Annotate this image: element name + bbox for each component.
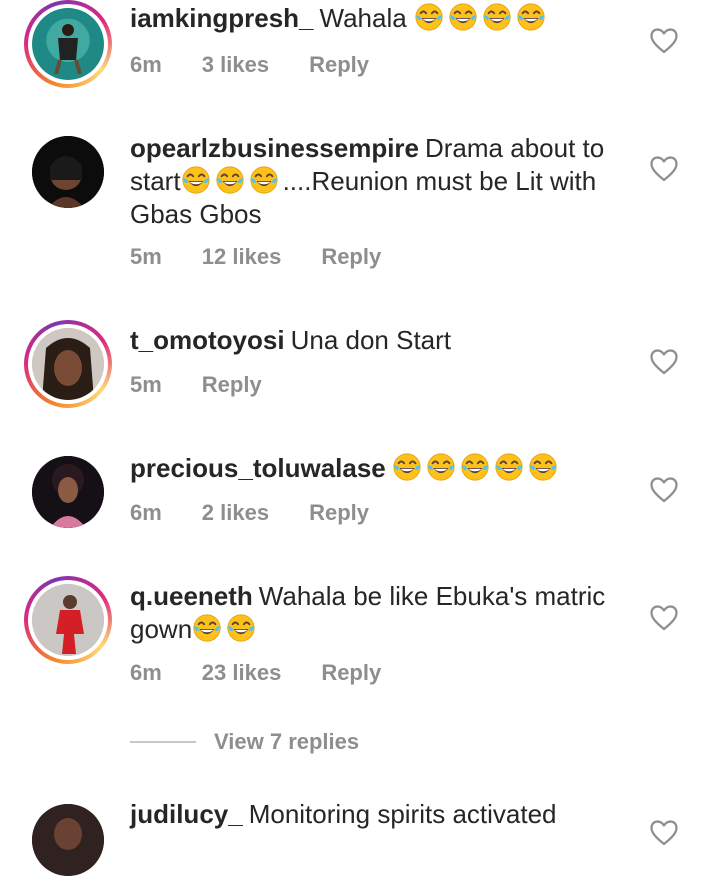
comment-likes[interactable]: 23 likes (202, 660, 282, 686)
comment-item: q.ueeneth Wahala be like Ebuka's matric g… (0, 576, 720, 716)
avatar-story-ring[interactable] (24, 576, 112, 664)
comment-text: precious_toluwalase (130, 452, 620, 485)
comment-username[interactable]: q.ueeneth (130, 581, 253, 611)
comment-username[interactable]: precious_toluwalase (130, 453, 386, 483)
replies-divider (130, 741, 196, 743)
comment-time: 6m (130, 660, 162, 685)
comment-text: judilucy_ Monitoring spirits activated (130, 798, 620, 831)
face-with-tears-of-joy-icon (448, 2, 478, 32)
comment-time: 5m (130, 244, 162, 269)
comment-time: 6m (130, 52, 162, 77)
comment-item: t_omotoyosi Una don Start 5m Reply (0, 320, 720, 420)
comment-body: Wahala (319, 3, 407, 33)
face-with-tears-of-joy-icon (181, 165, 211, 195)
comment-body: Una don Start (290, 325, 452, 355)
face-with-tears-of-joy-icon (528, 452, 558, 482)
avatar (32, 804, 104, 876)
avatar-wrapper[interactable] (24, 448, 112, 536)
avatar-wrapper[interactable] (24, 128, 112, 216)
avatar-wrapper[interactable] (24, 796, 112, 884)
comment-meta: 5m 12 likes Reply (130, 244, 421, 270)
heart-outline-icon[interactable] (650, 605, 678, 631)
comment-meta: 6m 23 likes Reply (130, 660, 421, 686)
comment-item: precious_toluwalase 6m 2 likes Reply (0, 448, 720, 548)
comment-username[interactable]: judilucy_ (130, 799, 243, 829)
comment-body: Monitoring spirits activated (248, 799, 557, 829)
comment-text: opearlzbusinessempire Drama about to star… (130, 132, 620, 231)
comment-username[interactable]: t_omotoyosi (130, 325, 285, 355)
reply-button[interactable]: Reply (321, 660, 381, 686)
comment-likes[interactable]: 12 likes (202, 244, 282, 270)
comment-item: iamkingpresh_ Wahala 6m 3 likes Reply (0, 0, 720, 110)
face-with-tears-of-joy-icon (392, 452, 422, 482)
comment-likes[interactable]: 3 likes (202, 52, 269, 78)
avatar (32, 328, 104, 400)
avatar (32, 456, 104, 528)
comment-time: 5m (130, 372, 162, 397)
view-replies-label: View 7 replies (214, 729, 360, 754)
reply-button[interactable]: Reply (202, 372, 262, 398)
comment-item: judilucy_ Monitoring spirits activated (0, 796, 720, 876)
face-with-tears-of-joy-icon (516, 2, 546, 32)
view-replies-button[interactable]: View 7 replies (130, 729, 359, 755)
heart-outline-icon[interactable] (650, 28, 678, 54)
comment-time: 6m (130, 500, 162, 525)
face-with-tears-of-joy-icon (249, 165, 279, 195)
emoji-group (392, 453, 562, 483)
face-with-tears-of-joy-icon (460, 452, 490, 482)
comment-text: q.ueeneth Wahala be like Ebuka's matric g… (130, 580, 620, 646)
emoji-group (192, 614, 260, 644)
face-with-tears-of-joy-icon (482, 2, 512, 32)
comment-item: opearlzbusinessempire Drama about to star… (0, 128, 720, 288)
comment-likes[interactable]: 2 likes (202, 500, 269, 526)
reply-button[interactable]: Reply (321, 244, 381, 270)
emoji-group (181, 166, 283, 196)
avatar (32, 136, 104, 208)
heart-outline-icon[interactable] (650, 156, 678, 182)
comment-text: iamkingpresh_ Wahala (130, 2, 620, 35)
avatar-story-ring[interactable] (24, 0, 112, 88)
comment-meta: 6m 2 likes Reply (130, 500, 409, 526)
heart-outline-icon[interactable] (650, 477, 678, 503)
comment-text: t_omotoyosi Una don Start (130, 324, 620, 357)
comment-meta: 6m 3 likes Reply (130, 52, 409, 78)
emoji-group (414, 3, 550, 33)
face-with-tears-of-joy-icon (192, 613, 222, 643)
avatar (32, 584, 104, 656)
avatar (32, 8, 104, 80)
reply-button[interactable]: Reply (309, 500, 369, 526)
face-with-tears-of-joy-icon (494, 452, 524, 482)
comment-meta: 5m Reply (130, 372, 302, 398)
face-with-tears-of-joy-icon (414, 2, 444, 32)
heart-outline-icon[interactable] (650, 349, 678, 375)
avatar-story-ring[interactable] (24, 320, 112, 408)
comment-username[interactable]: iamkingpresh_ (130, 3, 314, 33)
comment-username[interactable]: opearlzbusinessempire (130, 133, 419, 163)
face-with-tears-of-joy-icon (226, 613, 256, 643)
face-with-tears-of-joy-icon (426, 452, 456, 482)
heart-outline-icon[interactable] (650, 820, 678, 846)
reply-button[interactable]: Reply (309, 52, 369, 78)
face-with-tears-of-joy-icon (215, 165, 245, 195)
